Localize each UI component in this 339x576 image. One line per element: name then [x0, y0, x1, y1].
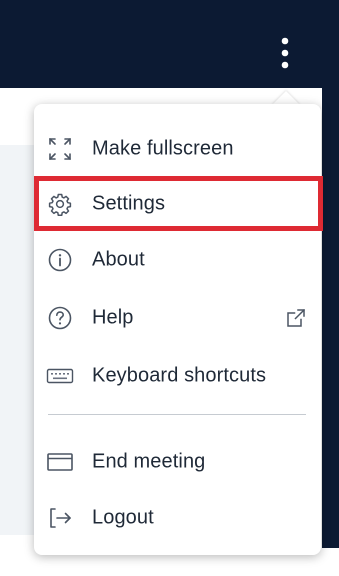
help-icon	[46, 304, 74, 332]
info-icon	[46, 246, 74, 274]
page-content-strip	[0, 145, 38, 535]
external-link-icon	[285, 307, 307, 329]
gear-icon	[46, 190, 74, 218]
options-menu: Make fullscreen Settings About Help Keyb…	[34, 104, 321, 555]
menu-item-label: Make fullscreen	[92, 137, 234, 160]
menu-item-label: End meeting	[92, 450, 206, 473]
logout-icon	[46, 504, 74, 532]
menu-item-help[interactable]: Help	[34, 290, 321, 346]
menu-item-keyboard-shortcuts[interactable]: Keyboard shortcuts	[34, 348, 321, 404]
menu-item-label: About	[92, 248, 145, 271]
window-icon	[46, 448, 74, 476]
menu-item-label: Settings	[92, 192, 166, 215]
menu-item-label: Logout	[92, 506, 154, 529]
fullscreen-icon	[46, 135, 74, 163]
menu-item-make-fullscreen[interactable]: Make fullscreen	[34, 121, 321, 177]
more-options-button[interactable]	[270, 28, 300, 78]
menu-item-label: Keyboard shortcuts	[92, 364, 267, 387]
menu-divider	[48, 414, 306, 415]
keyboard-icon	[46, 362, 74, 390]
menu-item-logout[interactable]: Logout	[34, 490, 321, 546]
menu-item-settings[interactable]: Settings	[34, 176, 321, 232]
right-panel-edge	[322, 88, 339, 548]
menu-item-end-meeting[interactable]: End meeting	[34, 434, 321, 490]
menu-caret	[272, 91, 300, 105]
kebab-vertical-icon	[281, 37, 289, 69]
menu-item-label: Help	[92, 306, 134, 329]
menu-item-about[interactable]: About	[34, 232, 321, 288]
